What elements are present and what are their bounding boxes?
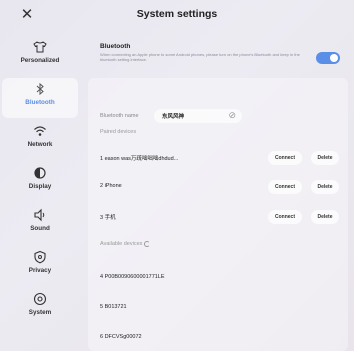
- sidebar-item-label: Bluetooth: [25, 99, 55, 106]
- bluetooth-name-field[interactable]: 东风风神 ⊘: [154, 109, 242, 123]
- bluetooth-toggle-card: Bluetooth When connecting an Apple phone…: [88, 36, 348, 76]
- paired-devices-label: Paired devices: [100, 129, 137, 135]
- header-bar: ✕ System settings: [0, 0, 354, 30]
- edit-icon[interactable]: ⊘: [228, 110, 236, 121]
- connect-button[interactable]: Connect: [268, 210, 302, 224]
- sidebar-item-label: Sound: [30, 225, 50, 232]
- bluetooth-description: When connecting an Apple phone to some A…: [100, 52, 300, 62]
- sidebar-item-system[interactable]: System: [2, 288, 78, 328]
- device-name: 4 P00B0090600001771LE: [100, 274, 165, 280]
- sidebar-item-label: Network: [27, 141, 53, 148]
- connect-button[interactable]: Connect: [268, 151, 302, 165]
- available-device-row[interactable]: 4 P00B0090600001771LE: [88, 267, 348, 289]
- bluetooth-name-label: Bluetooth name: [100, 113, 139, 119]
- page-title: System settings: [136, 8, 218, 20]
- sidebar-item-network[interactable]: Network: [2, 120, 78, 160]
- delete-button[interactable]: Delete: [311, 151, 339, 165]
- bluetooth-title: Bluetooth: [100, 43, 131, 50]
- loading-spinner-icon: [144, 241, 150, 247]
- sidebar-item-privacy[interactable]: Privacy: [2, 246, 78, 286]
- sidebar-item-label: System: [28, 309, 52, 316]
- sidebar-item-label: Display: [28, 183, 52, 190]
- delete-button[interactable]: Delete: [311, 210, 339, 224]
- bluetooth-name-value: 东风风神: [162, 114, 185, 120]
- sidebar-item-label: Privacy: [28, 267, 52, 274]
- display-icon: [34, 167, 46, 179]
- sidebar-item-sound[interactable]: Sound: [2, 204, 78, 244]
- sidebar: Personalized Bluetooth Network Display S…: [0, 36, 80, 351]
- device-name: 6 DFCVSg00072: [100, 334, 142, 340]
- device-name: 1 eason was万疏咄咄咄dhdud...: [100, 156, 179, 162]
- tshirt-icon: [33, 41, 47, 53]
- device-name: 2 iPhone: [100, 183, 122, 189]
- paired-device-row[interactable]: 1 eason was万疏咄咄咄dhdud... Connect Delete: [88, 147, 348, 169]
- sidebar-item-label: Personalized: [20, 57, 60, 64]
- speaker-icon: [34, 208, 45, 222]
- paired-device-row[interactable]: 2 iPhone Connect Delete: [88, 176, 348, 198]
- bluetooth-panel: Bluetooth When connecting an Apple phone…: [88, 36, 348, 351]
- bluetooth-icon: [36, 82, 44, 96]
- device-name: 5 B013721: [100, 304, 127, 310]
- bluetooth-toggle[interactable]: [316, 52, 340, 64]
- available-device-row[interactable]: 5 B013721: [88, 297, 348, 319]
- shield-icon: [34, 250, 46, 264]
- sidebar-item-bluetooth[interactable]: Bluetooth: [2, 78, 78, 118]
- paired-device-row[interactable]: 3 手机 Connect Delete: [88, 206, 348, 228]
- system-icon: [33, 292, 47, 306]
- connect-button[interactable]: Connect: [268, 180, 302, 194]
- delete-button[interactable]: Delete: [311, 180, 339, 194]
- available-devices-label: Available devices: [100, 241, 143, 247]
- device-name: 3 手机: [100, 215, 116, 221]
- wifi-icon: [34, 126, 46, 136]
- sidebar-item-personalized[interactable]: Personalized: [2, 36, 78, 76]
- available-device-row[interactable]: 6 DFCVSg00072: [88, 327, 348, 349]
- sidebar-item-display[interactable]: Display: [2, 162, 78, 202]
- toggle-knob: [330, 54, 338, 62]
